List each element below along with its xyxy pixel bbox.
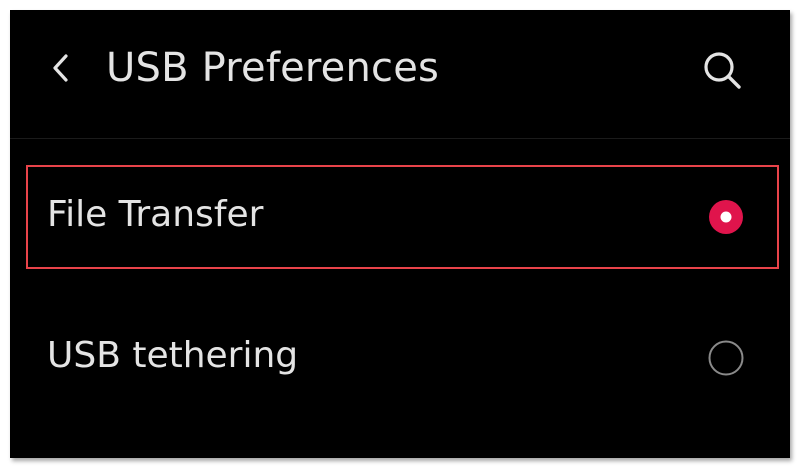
option-file-transfer[interactable]: File Transfer bbox=[10, 165, 790, 269]
page-title: USB Preferences bbox=[106, 45, 440, 91]
radio-usb-tethering[interactable] bbox=[708, 340, 744, 376]
search-icon bbox=[704, 52, 741, 89]
radio-file-transfer[interactable] bbox=[708, 199, 744, 235]
search-button[interactable] bbox=[700, 48, 744, 92]
radio-unselected-icon bbox=[708, 340, 744, 376]
option-label-usb-tethering: USB tethering bbox=[47, 335, 299, 376]
option-usb-tethering[interactable]: USB tethering bbox=[10, 306, 790, 410]
settings-screen: USB Preferences File Transfer USB tether… bbox=[10, 10, 790, 458]
chevron-left-icon bbox=[53, 54, 68, 82]
option-label-file-transfer: File Transfer bbox=[47, 194, 264, 235]
radio-selected-icon bbox=[709, 200, 743, 234]
screenshot-frame: USB Preferences File Transfer USB tether… bbox=[0, 0, 800, 470]
back-button[interactable] bbox=[46, 48, 76, 88]
app-bar: USB Preferences bbox=[10, 10, 790, 139]
